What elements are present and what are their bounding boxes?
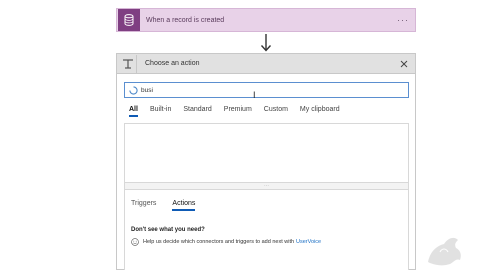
loading-spinner-icon	[129, 85, 138, 95]
tab-standard[interactable]: Standard	[183, 106, 211, 117]
search-input-value: busi	[141, 86, 153, 94]
lion-watermark-icon	[428, 237, 461, 266]
help-heading: Don't see what you need?	[131, 227, 205, 233]
panel-splitter[interactable]: ⋯	[124, 183, 409, 190]
search-input[interactable]: busi	[124, 82, 409, 98]
action-header: Choose an action	[117, 54, 415, 74]
help-row: Help us decide which connectors and trig…	[131, 238, 321, 246]
close-button[interactable]	[397, 57, 411, 71]
tab-built-in[interactable]: Built-in	[150, 106, 171, 117]
tab-triggers[interactable]: Triggers	[131, 200, 156, 211]
tab-my-clipboard[interactable]: My clipboard	[300, 106, 340, 117]
drag-handle-icon: ⋯	[264, 182, 269, 189]
operations-panel: Triggers Actions Don't see what you need…	[124, 190, 409, 270]
arrow-down-icon	[260, 34, 272, 52]
smiley-icon	[131, 238, 139, 246]
close-icon	[400, 60, 408, 67]
connector-results-list	[124, 123, 409, 183]
trigger-title: When a record is created	[146, 16, 225, 24]
action-placeholder-icon	[119, 54, 137, 73]
tab-premium[interactable]: Premium	[224, 106, 252, 117]
text-cursor-icon: I	[253, 90, 256, 100]
more-options-button[interactable]: ···	[397, 15, 409, 25]
operation-tabs: Triggers Actions	[131, 200, 211, 211]
choose-action-card: Choose an action busi I All Built-in Sta…	[116, 53, 416, 270]
trigger-card[interactable]: When a record is created ···	[116, 8, 416, 32]
database-icon	[118, 9, 140, 31]
connector-tabs: All Built-in Standard Premium Custom My …	[129, 106, 352, 117]
tab-actions[interactable]: Actions	[172, 200, 195, 211]
uservoice-link[interactable]: UserVoice	[296, 239, 321, 245]
action-title: Choose an action	[145, 60, 200, 67]
tab-all[interactable]: All	[129, 106, 138, 117]
tab-custom[interactable]: Custom	[264, 106, 288, 117]
help-text: Help us decide which connectors and trig…	[143, 239, 295, 245]
